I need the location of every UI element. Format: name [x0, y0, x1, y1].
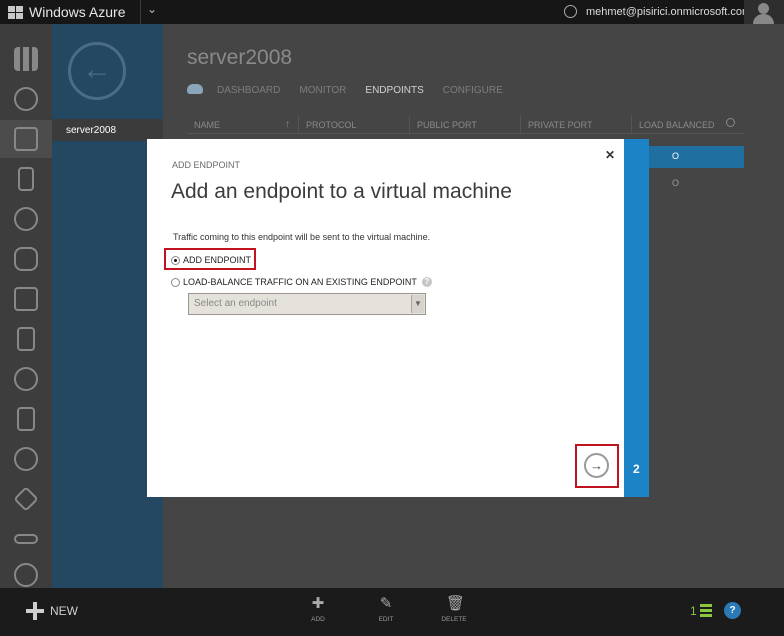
rail-storage[interactable] — [0, 280, 52, 318]
endpoint-select[interactable]: Select an endpoint ▼ — [188, 293, 426, 315]
radio-load-balance-label: LOAD-BALANCE TRAFFIC ON AN EXISTING ENDP… — [183, 277, 417, 287]
close-icon[interactable]: ✕ — [605, 148, 615, 162]
notifications-icon[interactable] — [700, 604, 712, 618]
add-ons-icon — [14, 563, 38, 587]
active-directory-icon — [13, 486, 39, 512]
rail-media-services[interactable] — [0, 360, 52, 398]
top-bar: Windows Azure ⌄ mehmet@pisirici.onmicros… — [0, 0, 784, 24]
rail-mobile-services[interactable] — [0, 160, 52, 198]
radio-load-balance[interactable]: LOAD-BALANCE TRAFFIC ON AN EXISTING ENDP… — [171, 277, 432, 287]
service-rail — [0, 24, 52, 588]
mobile-services-icon — [18, 167, 34, 191]
tab-dashboard[interactable]: DASHBOARD — [217, 85, 280, 96]
add-icon: ✚ — [311, 595, 325, 612]
rail-sql-databases[interactable] — [0, 240, 52, 278]
tab-configure[interactable]: CONFIGURE — [443, 85, 503, 96]
next-button[interactable]: → — [584, 453, 609, 478]
service-bus-icon — [17, 407, 35, 431]
web-sites-icon — [14, 87, 38, 111]
dialog-description: Traffic coming to this endpoint will be … — [173, 232, 431, 242]
delete-label: DELETE — [441, 616, 467, 623]
rail-virtual-machines[interactable] — [0, 120, 52, 158]
media-services-icon — [14, 367, 38, 391]
tab-bar: DASHBOARD MONITOR ENDPOINTS CONFIGURE — [217, 85, 503, 96]
back-arrow-icon[interactable]: ← — [68, 42, 126, 100]
networks-icon — [14, 534, 38, 544]
edit-label: EDIT — [378, 616, 394, 623]
trash-icon: 🗑 — [446, 595, 466, 612]
brand-name: Windows Azure — [29, 4, 126, 20]
avatar[interactable] — [744, 0, 784, 24]
column-private-port[interactable]: PRIVATE PORT — [520, 116, 631, 133]
cloud-icon — [14, 447, 38, 471]
plus-icon — [26, 602, 44, 620]
cloud-icon — [187, 84, 203, 94]
column-public-port[interactable]: PUBLIC PORT — [409, 116, 520, 133]
dialog-title: Add an endpoint to a virtual machine — [171, 180, 512, 203]
divider — [140, 0, 141, 24]
azure-logo[interactable]: Windows Azure — [8, 4, 125, 20]
rail-cloud-services[interactable] — [0, 200, 52, 238]
search-icon[interactable] — [726, 118, 735, 127]
storage-icon — [14, 287, 38, 311]
globe-icon[interactable] — [564, 5, 577, 18]
edit-button[interactable]: ✎ EDIT — [366, 595, 406, 624]
rail-cloud[interactable] — [0, 440, 52, 478]
delete-button[interactable]: 🗑 DELETE — [434, 595, 474, 624]
rail-all-items[interactable] — [0, 40, 52, 78]
hdinsight-icon — [17, 327, 35, 351]
radio-selected-icon[interactable] — [171, 255, 180, 265]
step-number: 2 — [633, 462, 640, 476]
help-info-icon[interactable]: ? — [421, 277, 432, 287]
new-button[interactable]: NEW — [26, 602, 78, 620]
chevron-down-icon[interactable]: ⌄ — [147, 2, 157, 16]
add-label: ADD — [311, 616, 325, 623]
database-icon — [14, 247, 38, 271]
rail-networks[interactable] — [0, 520, 52, 558]
radio-unselected-icon[interactable] — [171, 277, 180, 287]
chevron-down-icon[interactable]: ▼ — [411, 295, 424, 313]
new-label: NEW — [50, 604, 78, 618]
command-bar: NEW ✚ ADD ✎ EDIT 🗑 DELETE 1 ? — [0, 588, 784, 636]
column-protocol[interactable]: PROTOCOL — [298, 116, 409, 133]
radio-add-endpoint[interactable]: ADD ENDPOINT — [171, 255, 251, 265]
grid-header: NAME ↑ PROTOCOL PUBLIC PORT PRIVATE PORT… — [187, 116, 744, 134]
column-name[interactable]: NAME — [187, 116, 298, 133]
cell-fragment: O — [672, 151, 680, 161]
cloud-services-icon — [14, 207, 38, 231]
tab-endpoints[interactable]: ENDPOINTS — [365, 85, 423, 96]
wizard-step-bar — [624, 139, 649, 497]
sort-up-icon[interactable]: ↑ — [285, 119, 290, 130]
rail-active-directory[interactable] — [0, 480, 52, 518]
cell-fragment: O — [672, 178, 680, 188]
windows-flag-icon — [8, 5, 23, 19]
all-items-icon — [14, 47, 38, 71]
page-title: server2008 — [187, 46, 293, 69]
rail-hdinsight[interactable] — [0, 320, 52, 358]
help-icon[interactable]: ? — [724, 602, 741, 619]
rail-web-sites[interactable] — [0, 80, 52, 118]
radio-add-endpoint-label: ADD ENDPOINT — [183, 255, 252, 265]
user-email[interactable]: mehmet@pisirici.onmicrosoft.com — [586, 6, 751, 18]
tab-monitor[interactable]: MONITOR — [299, 85, 346, 96]
dialog-subtitle: ADD ENDPOINT — [172, 160, 241, 170]
virtual-machines-icon — [14, 127, 38, 151]
notification-count[interactable]: 1 — [690, 604, 697, 618]
subnav-item-server2008[interactable]: server2008 — [52, 119, 163, 141]
add-button[interactable]: ✚ ADD — [298, 595, 338, 624]
add-endpoint-dialog: ✕ ADD ENDPOINT Add an endpoint to a virt… — [147, 139, 624, 497]
rail-service-bus[interactable] — [0, 400, 52, 438]
pencil-icon: ✎ — [379, 595, 393, 612]
endpoint-select-placeholder: Select an endpoint — [194, 298, 277, 309]
